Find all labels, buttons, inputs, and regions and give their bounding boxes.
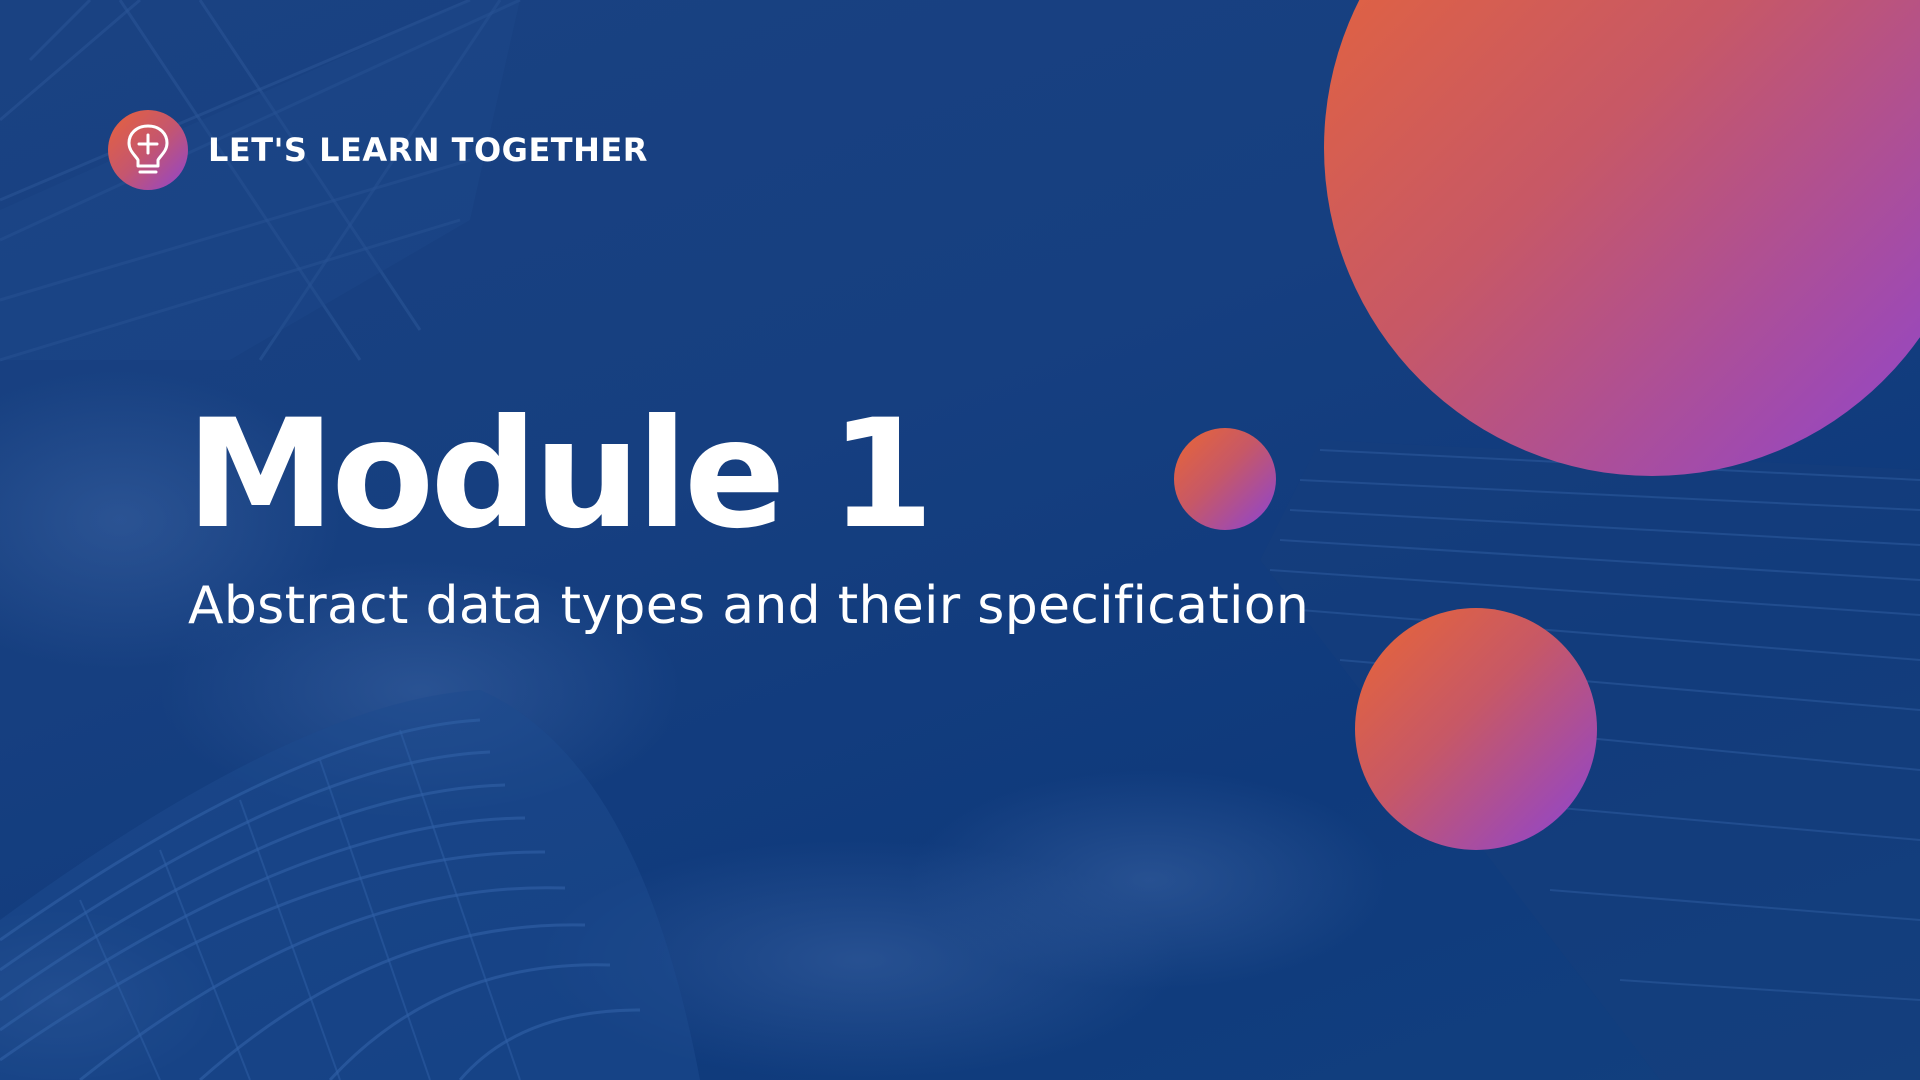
decorative-orb-small	[1174, 428, 1276, 530]
slide-subtitle: Abstract data types and their specificat…	[188, 576, 1310, 636]
lightbulb-plus-icon	[108, 110, 188, 190]
brand-tagline: LET'S LEARN TOGETHER	[208, 131, 648, 169]
decorative-orb-medium	[1355, 608, 1597, 850]
brand-header: LET'S LEARN TOGETHER	[108, 110, 648, 190]
title-slide: LET'S LEARN TOGETHER Module 1 Abstract d…	[0, 0, 1920, 1080]
slide-title: Module 1	[186, 388, 934, 562]
decorative-orb-large	[1324, 0, 1920, 476]
